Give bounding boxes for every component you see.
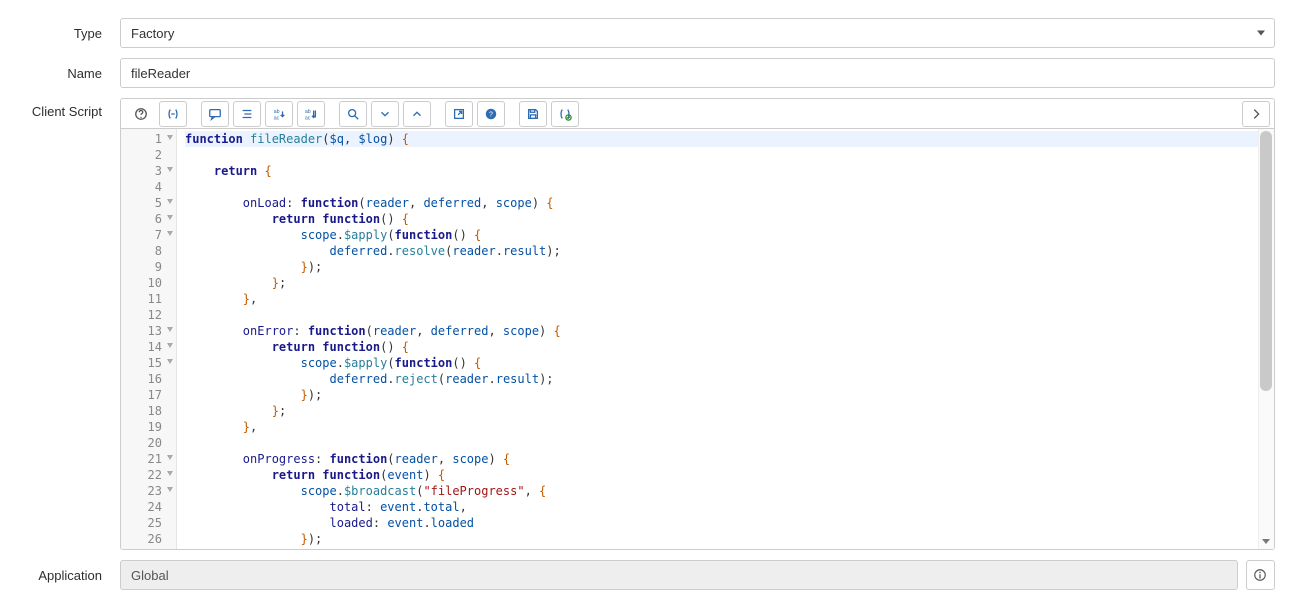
code-line[interactable]: total: event.total, bbox=[185, 499, 1274, 515]
code-line[interactable]: deferred.resolve(reader.result); bbox=[185, 243, 1274, 259]
fold-icon[interactable] bbox=[167, 359, 173, 364]
comment-icon[interactable] bbox=[201, 101, 229, 127]
name-input[interactable] bbox=[120, 58, 1275, 88]
code-line[interactable]: scope.$apply(function() { bbox=[185, 355, 1274, 371]
code-line[interactable]: onProgress: function(reader, scope) { bbox=[185, 451, 1274, 467]
scroll-thumb[interactable] bbox=[1260, 131, 1272, 391]
code-line[interactable]: }); bbox=[185, 387, 1274, 403]
fold-icon[interactable] bbox=[167, 167, 173, 172]
line-number: 8 bbox=[121, 243, 176, 259]
line-number: 11 bbox=[121, 291, 176, 307]
line-number: 26 bbox=[121, 531, 176, 547]
info-icon[interactable] bbox=[1246, 560, 1275, 590]
line-number: 12 bbox=[121, 307, 176, 323]
line-number: 20 bbox=[121, 435, 176, 451]
code-line[interactable]: function fileReader($q, $log) { bbox=[185, 131, 1274, 147]
fold-icon[interactable] bbox=[167, 455, 173, 460]
type-label: Type bbox=[0, 26, 120, 41]
fold-icon[interactable] bbox=[167, 135, 173, 140]
application-input bbox=[120, 560, 1238, 590]
fold-icon[interactable] bbox=[167, 231, 173, 236]
code-line[interactable]: loaded: event.loaded bbox=[185, 515, 1274, 531]
type-select[interactable]: Factory bbox=[120, 18, 1275, 48]
fold-icon[interactable] bbox=[167, 343, 173, 348]
save-icon[interactable] bbox=[519, 101, 547, 127]
fold-icon[interactable] bbox=[167, 215, 173, 220]
fold-icon[interactable] bbox=[167, 487, 173, 492]
line-number: 25 bbox=[121, 515, 176, 531]
help-circle-icon[interactable]: ? bbox=[477, 101, 505, 127]
code-line[interactable]: onError: function(reader, deferred, scop… bbox=[185, 323, 1274, 339]
code-line[interactable]: return function(event) { bbox=[185, 467, 1274, 483]
line-number: 16 bbox=[121, 371, 176, 387]
code-line[interactable]: }); bbox=[185, 259, 1274, 275]
chevron-down-icon[interactable] bbox=[371, 101, 399, 127]
popout-icon[interactable] bbox=[445, 101, 473, 127]
line-number: 14 bbox=[121, 339, 176, 355]
fold-icon[interactable] bbox=[167, 327, 173, 332]
code-line[interactable]: deferred.reject(reader.result); bbox=[185, 371, 1274, 387]
line-number: 5 bbox=[121, 195, 176, 211]
scrollbar-vertical[interactable] bbox=[1258, 129, 1274, 549]
search-icon[interactable] bbox=[339, 101, 367, 127]
line-number: 3 bbox=[121, 163, 176, 179]
line-number: 10 bbox=[121, 275, 176, 291]
line-number: 4 bbox=[121, 179, 176, 195]
svg-text:ab: ab bbox=[274, 109, 280, 115]
line-number: 23 bbox=[121, 483, 176, 499]
replace-all-icon[interactable]: abac bbox=[297, 101, 325, 127]
client-script-label: Client Script bbox=[0, 98, 120, 119]
line-number: 22 bbox=[121, 467, 176, 483]
scroll-down-icon[interactable] bbox=[1258, 533, 1274, 549]
code-line[interactable] bbox=[185, 435, 1274, 451]
application-label: Application bbox=[0, 568, 120, 583]
code-line[interactable]: }); bbox=[185, 531, 1274, 547]
line-number: 13 bbox=[121, 323, 176, 339]
code-line[interactable]: onLoad: function(reader, deferred, scope… bbox=[185, 195, 1274, 211]
line-number: 2 bbox=[121, 147, 176, 163]
code-line[interactable] bbox=[185, 179, 1274, 195]
code-line[interactable]: }; bbox=[185, 275, 1274, 291]
code-editor: abac abac bbox=[120, 98, 1275, 550]
code-line[interactable]: }; bbox=[185, 547, 1274, 549]
code-line[interactable]: scope.$apply(function() { bbox=[185, 227, 1274, 243]
code-line[interactable]: }; bbox=[185, 403, 1274, 419]
code-line[interactable]: }, bbox=[185, 291, 1274, 307]
code-line[interactable]: return function() { bbox=[185, 339, 1274, 355]
fold-icon[interactable] bbox=[167, 471, 173, 476]
svg-text:ac: ac bbox=[274, 115, 280, 121]
syntax-check-icon[interactable] bbox=[159, 101, 187, 127]
name-label: Name bbox=[0, 66, 120, 81]
toggle-diff-icon[interactable] bbox=[551, 101, 579, 127]
code-line[interactable]: return function() { bbox=[185, 211, 1274, 227]
code-line[interactable] bbox=[185, 307, 1274, 323]
chevron-right-icon[interactable] bbox=[1242, 101, 1270, 127]
line-number: 1 bbox=[121, 131, 176, 147]
code-line[interactable]: return { bbox=[185, 163, 1274, 179]
line-number: 7 bbox=[121, 227, 176, 243]
line-number: 17 bbox=[121, 387, 176, 403]
chevron-up-icon[interactable] bbox=[403, 101, 431, 127]
line-number: 18 bbox=[121, 403, 176, 419]
code-line[interactable]: }, bbox=[185, 419, 1274, 435]
code-area[interactable]: function fileReader($q, $log) { return {… bbox=[177, 129, 1274, 549]
editor-toolbar: abac abac bbox=[121, 99, 1274, 129]
svg-text:ac: ac bbox=[305, 115, 311, 121]
line-number: 6 bbox=[121, 211, 176, 227]
help-icon[interactable] bbox=[127, 101, 155, 127]
line-gutter: 1234567891011121314151617181920212223242… bbox=[121, 129, 177, 549]
code-line[interactable] bbox=[185, 147, 1274, 163]
line-number: 27 bbox=[121, 547, 176, 550]
code-line[interactable]: scope.$broadcast("fileProgress", { bbox=[185, 483, 1274, 499]
fold-icon[interactable] bbox=[167, 199, 173, 204]
line-number: 21 bbox=[121, 451, 176, 467]
replace-icon[interactable]: abac bbox=[265, 101, 293, 127]
line-number: 24 bbox=[121, 499, 176, 515]
svg-text:?: ? bbox=[489, 111, 493, 118]
line-number: 19 bbox=[121, 419, 176, 435]
svg-text:ab: ab bbox=[305, 109, 311, 115]
format-code-icon[interactable] bbox=[233, 101, 261, 127]
line-number: 15 bbox=[121, 355, 176, 371]
line-number: 9 bbox=[121, 259, 176, 275]
